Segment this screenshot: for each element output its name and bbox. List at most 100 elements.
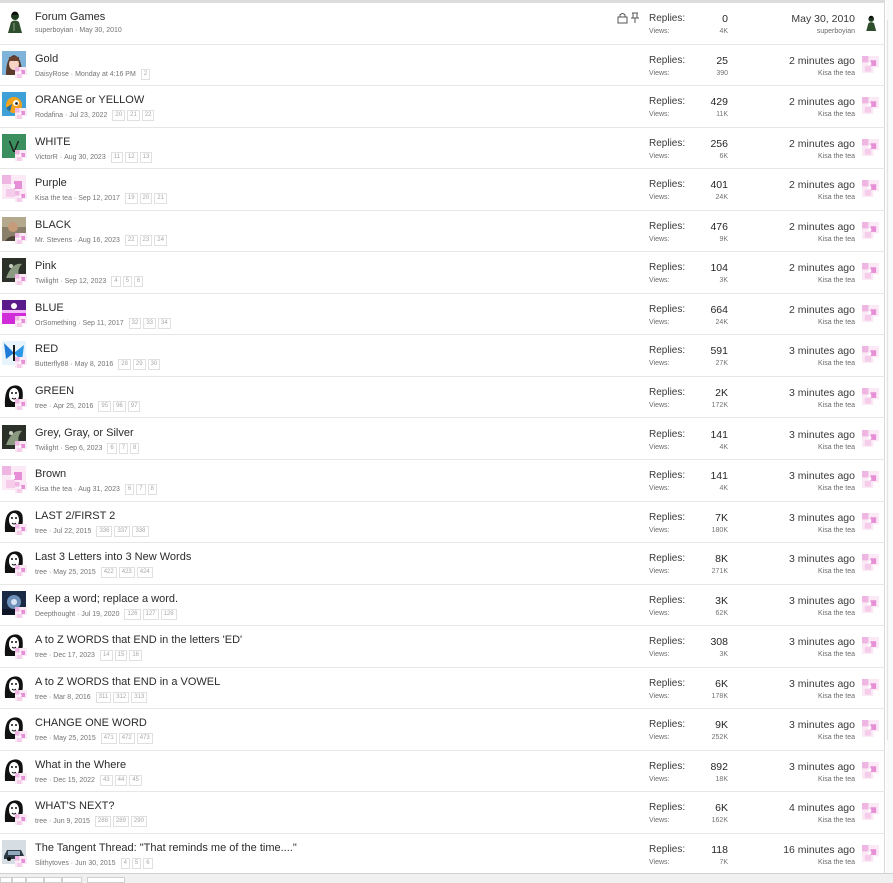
- thread-start-date[interactable]: Sep 12, 2023: [65, 278, 107, 285]
- thread-row[interactable]: V WHITE VictorR · Aug 30, 2023 11 12 13 Replie…: [0, 128, 885, 170]
- thread-author[interactable]: VictorR: [35, 154, 58, 161]
- thread-row[interactable]: GREEN tree · Apr 25, 2016 95 96 97 Replies: Vi…: [0, 377, 885, 419]
- last-poster-avatar[interactable]: [862, 637, 879, 655]
- thread-author[interactable]: tree: [35, 403, 47, 410]
- page-link[interactable]: 471: [100, 733, 117, 745]
- page-link[interactable]: 34: [158, 317, 171, 329]
- thread-start-date[interactable]: May 25, 2015: [53, 569, 95, 576]
- last-post-user[interactable]: Kisa the tea: [715, 194, 855, 201]
- thread-author[interactable]: tree: [35, 528, 47, 535]
- page-link[interactable]: 20: [139, 193, 153, 205]
- page-link[interactable]: 126: [124, 608, 141, 620]
- thread-title-link[interactable]: A to Z WORDS that END in the letters 'ED…: [35, 634, 242, 646]
- page-link[interactable]: 15: [114, 650, 128, 662]
- thread-start-date[interactable]: Dec 15, 2022: [53, 777, 95, 784]
- page-link[interactable]: 22: [141, 110, 155, 122]
- page-link[interactable]: 6: [143, 858, 153, 869]
- last-post-time[interactable]: 2 minutes ago: [715, 55, 855, 67]
- last-post-time[interactable]: 3 minutes ago: [715, 512, 855, 524]
- thread-start-date[interactable]: Aug 31, 2023: [78, 486, 120, 493]
- thread-author[interactable]: tree: [35, 735, 47, 742]
- last-poster-avatar[interactable]: [862, 595, 879, 613]
- thread-row[interactable]: LAST 2/FIRST 2 tree · Jul 22, 2015 336 337 3…: [0, 502, 885, 544]
- page-link[interactable]: 290: [130, 816, 147, 828]
- man-avatar[interactable]: [2, 9, 26, 33]
- page-button[interactable]: [0, 877, 12, 883]
- last-post-user[interactable]: Kisa the tea: [715, 651, 855, 658]
- page-link[interactable]: 13: [139, 151, 153, 163]
- last-post-user[interactable]: Kisa the tea: [715, 319, 855, 326]
- thread-row[interactable]: A to Z WORDS that END in the letters 'ED…: [0, 626, 885, 668]
- page-link[interactable]: 5: [131, 858, 142, 869]
- page-link[interactable]: 8: [147, 484, 157, 496]
- thread-row[interactable]: Pink Twilight · Sep 12, 2023 4 5 6 Replies: Vi…: [0, 252, 885, 294]
- thread-start-date[interactable]: May 30, 2010: [79, 27, 121, 34]
- scrollbar[interactable]: [886, 0, 893, 883]
- last-post-user[interactable]: Kisa the tea: [715, 236, 855, 243]
- page-link[interactable]: 337: [114, 525, 131, 537]
- last-poster-avatar[interactable]: [862, 97, 879, 115]
- last-poster-avatar[interactable]: [862, 346, 879, 364]
- last-post-time[interactable]: 16 minutes ago: [715, 844, 855, 856]
- thread-title-link[interactable]: Brown: [35, 468, 66, 480]
- last-post-user[interactable]: Kisa the tea: [715, 693, 855, 700]
- page-link[interactable]: 33: [143, 317, 156, 329]
- last-post-user[interactable]: Kisa the tea: [715, 153, 855, 160]
- thread-row[interactable]: BLUE OrSomething · Sep 11, 2017 32 33 34 Repl…: [0, 294, 885, 336]
- thread-row[interactable]: A to Z WORDS that END in a VOWEL tree · M…: [0, 668, 885, 710]
- last-post-user[interactable]: Kisa the tea: [715, 817, 855, 824]
- last-poster-avatar[interactable]: [862, 221, 879, 239]
- thread-title-link[interactable]: Keep a word; replace a word.: [35, 593, 178, 605]
- page-link[interactable]: 23: [139, 234, 153, 246]
- page-link[interactable]: 16: [129, 650, 143, 662]
- page-link[interactable]: 473: [136, 733, 153, 745]
- page-link[interactable]: 311: [95, 691, 112, 703]
- thread-title-link[interactable]: ORANGE or YELLOW: [35, 94, 144, 106]
- page-link[interactable]: 45: [129, 774, 143, 786]
- last-post-user[interactable]: Kisa the tea: [715, 734, 855, 741]
- thread-row[interactable]: WHAT'S NEXT? tree · Jun 9, 2015 288 289 290 R…: [0, 792, 885, 834]
- thread-author[interactable]: tree: [35, 652, 47, 659]
- last-poster-avatar[interactable]: [862, 678, 879, 696]
- thread-start-date[interactable]: Monday at 4:16 PM: [75, 71, 136, 78]
- thread-start-date[interactable]: Jul 22, 2015: [53, 528, 91, 535]
- page-link[interactable]: 423: [118, 567, 135, 579]
- last-post-time[interactable]: 3 minutes ago: [715, 470, 855, 482]
- page-link[interactable]: 21: [127, 110, 140, 122]
- thread-title-link[interactable]: Grey, Gray, or Silver: [35, 427, 134, 439]
- last-post-time[interactable]: 4 minutes ago: [715, 802, 855, 814]
- thread-row[interactable]: Gold DaisyRose · Monday at 4:16 PM 2 Replie…: [0, 45, 885, 87]
- page-link[interactable]: 28: [118, 359, 131, 371]
- thread-start-date[interactable]: Apr 25, 2016: [53, 403, 93, 410]
- last-post-user[interactable]: Kisa the tea: [715, 568, 855, 575]
- last-poster-avatar[interactable]: [862, 304, 879, 322]
- page-link[interactable]: 97: [127, 400, 141, 412]
- thread-start-date[interactable]: Jul 19, 2020: [81, 611, 119, 618]
- page-link[interactable]: 128: [160, 608, 177, 620]
- page-link[interactable]: 313: [131, 691, 148, 703]
- last-poster-avatar[interactable]: [862, 138, 879, 156]
- page-link[interactable]: 312: [113, 691, 130, 703]
- page-link[interactable]: 4: [120, 858, 130, 869]
- thread-title-link[interactable]: The Tangent Thread: "That reminds me of …: [35, 842, 297, 854]
- last-post-time[interactable]: 3 minutes ago: [715, 345, 855, 357]
- thread-author[interactable]: OrSomething: [35, 320, 76, 327]
- page-link[interactable]: 4: [111, 276, 121, 288]
- last-post-time[interactable]: 2 minutes ago: [715, 179, 855, 191]
- thread-title-link[interactable]: A to Z WORDS that END in a VOWEL: [35, 676, 220, 688]
- page-link[interactable]: 19: [124, 193, 138, 205]
- last-post-user[interactable]: Kisa the tea: [715, 360, 855, 367]
- page-link[interactable]: 95: [98, 400, 112, 412]
- last-post-user[interactable]: Kisa the tea: [715, 485, 855, 492]
- thread-start-date[interactable]: Dec 17, 2023: [53, 652, 95, 659]
- page-link[interactable]: 12: [124, 151, 138, 163]
- thread-title-link[interactable]: LAST 2/FIRST 2: [35, 510, 115, 522]
- page-link[interactable]: 21: [154, 193, 167, 205]
- page-button[interactable]: [26, 877, 44, 883]
- thread-author[interactable]: Twilight: [35, 445, 58, 452]
- thread-author[interactable]: superboyian: [35, 27, 73, 34]
- page-link[interactable]: 6: [133, 276, 144, 288]
- last-post-user[interactable]: Kisa the tea: [715, 402, 855, 409]
- page-link[interactable]: 7: [118, 442, 129, 454]
- thread-author[interactable]: Rodafina: [35, 112, 63, 119]
